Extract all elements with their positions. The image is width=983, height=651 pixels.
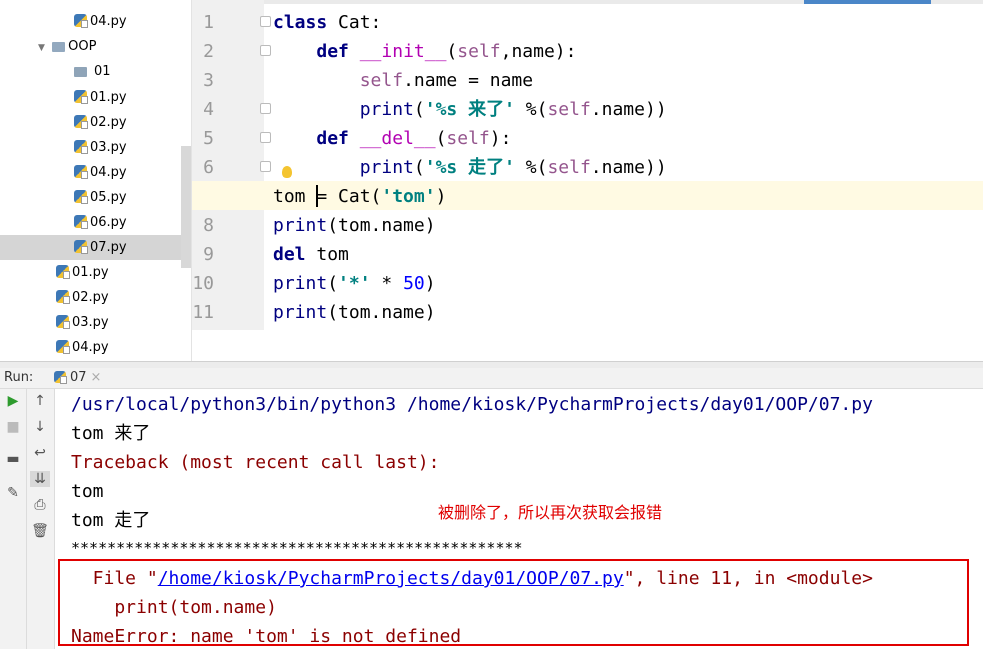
python-file-icon xyxy=(56,340,70,354)
python-file-icon xyxy=(74,115,88,129)
tree-item[interactable]: 01 xyxy=(74,59,111,84)
run-tool-window-header: Run: 07 × xyxy=(0,368,983,389)
line-number: 3 xyxy=(203,70,214,91)
active-tab-indicator[interactable] xyxy=(804,0,931,4)
tree-item[interactable]: 02.py xyxy=(74,110,127,135)
close-icon[interactable]: × xyxy=(91,370,102,385)
fold-marker-icon[interactable] xyxy=(260,45,271,56)
print-icon[interactable]: ⎙ xyxy=(30,497,50,513)
python-file-icon xyxy=(54,371,67,384)
line-number: 2 xyxy=(203,41,214,62)
stop-icon[interactable]: ■ xyxy=(3,419,23,435)
annotation-error-box xyxy=(58,559,969,646)
run-toolbar-right: ↑ ↓ ↩ ⇊ ⎙ 🗑 xyxy=(27,389,55,649)
run-toolbar-left: ▶ ■ ▬ ✎ xyxy=(0,389,27,649)
tree-item[interactable]: 05.py xyxy=(74,185,127,210)
tree-item-selected[interactable]: 07.py xyxy=(0,235,191,260)
folder-icon xyxy=(52,42,66,52)
tree-folder-oop[interactable]: ▼ OOP xyxy=(38,34,96,59)
code-line-4: print('%s 来了' %(self.name)) xyxy=(359,99,667,120)
line-number: 1 xyxy=(203,12,214,33)
chevron-down-icon[interactable]: ▼ xyxy=(38,36,48,61)
line-number: 6 xyxy=(203,157,214,178)
code-line-6: print('%s 走了' %(self.name)) xyxy=(359,157,667,178)
code-line-5: def __del__(self): xyxy=(316,128,512,149)
code-line-9: del tom xyxy=(273,244,349,265)
fold-marker-icon[interactable] xyxy=(260,161,271,172)
scroll-to-end-icon[interactable]: ⇊ xyxy=(30,471,50,487)
project-tree: 04.py ▼ OOP 01 01.py 02.py 03.py 04.py 0… xyxy=(0,0,191,361)
tree-item[interactable]: 04.py xyxy=(74,160,127,185)
console-line: /usr/local/python3/bin/python3 /home/kio… xyxy=(71,394,873,415)
tree-item[interactable]: 01.py xyxy=(74,85,127,110)
run-tab[interactable]: 07 × xyxy=(54,368,101,388)
python-file-icon xyxy=(74,90,88,104)
python-file-icon xyxy=(74,140,88,154)
python-file-icon xyxy=(56,315,70,329)
python-file-icon xyxy=(74,190,88,204)
console-line: tom 来了 xyxy=(71,423,151,444)
python-file-icon xyxy=(56,265,70,279)
code-line-3: self.name = name xyxy=(359,70,534,91)
console-line: tom xyxy=(71,481,104,502)
code-line-10: print('*' * 50) xyxy=(273,273,436,294)
console-line: tom 走了 xyxy=(71,510,151,531)
pin-icon[interactable]: ✎ xyxy=(3,485,23,501)
tree-item[interactable]: 02.py xyxy=(56,285,109,310)
up-arrow-icon[interactable]: ↑ xyxy=(30,393,50,409)
code-line-1: class Cat: xyxy=(273,12,382,33)
console-output[interactable]: /usr/local/python3/bin/python3 /home/kio… xyxy=(55,389,983,649)
code-editor[interactable]: 1 2 3 4 5 6 7 8 9 10 11 class Cat: def _… xyxy=(192,0,983,361)
line-number: 9 xyxy=(203,244,214,265)
tree-item[interactable]: 03.py xyxy=(56,310,109,335)
python-file-icon xyxy=(56,290,70,304)
line-number: 11 xyxy=(192,302,214,323)
line-number-gutter: 1 2 3 4 5 6 7 8 9 10 11 xyxy=(192,0,264,330)
trash-icon[interactable]: 🗑 xyxy=(30,523,50,539)
line-number: 10 xyxy=(192,273,214,294)
rerun-icon[interactable]: ▶ xyxy=(3,393,23,409)
tree-item[interactable]: 01.py xyxy=(56,260,109,285)
python-file-icon xyxy=(74,165,88,179)
tree-item[interactable]: 06.py xyxy=(74,210,127,235)
python-file-icon xyxy=(74,215,88,229)
line-number: 5 xyxy=(203,128,214,149)
tree-item[interactable]: 04.py xyxy=(74,9,127,34)
line-number: 8 xyxy=(203,215,214,236)
code-line-2: def __init__(self,name): xyxy=(316,41,577,62)
line-number: 4 xyxy=(203,99,214,120)
run-label: Run: xyxy=(4,370,34,385)
console-line-error: Traceback (most recent call last): xyxy=(71,452,440,473)
code-line-11: print(tom.name) xyxy=(273,302,436,323)
soft-wrap-icon[interactable]: ↩ xyxy=(30,445,50,461)
fold-marker-icon[interactable] xyxy=(260,103,271,114)
tree-item[interactable]: 03.py xyxy=(74,135,127,160)
folder-icon xyxy=(74,67,87,77)
layout-icon[interactable]: ▬ xyxy=(3,451,23,467)
down-arrow-icon[interactable]: ↓ xyxy=(30,419,50,435)
python-file-icon xyxy=(74,14,88,28)
text-caret xyxy=(316,185,319,207)
annotation-note: 被删除了，所以再次获取会报错 xyxy=(438,503,663,522)
fold-marker-icon[interactable] xyxy=(260,132,271,143)
code-line-7: tom = Cat('tom') xyxy=(273,186,447,207)
python-file-icon xyxy=(74,240,88,254)
tree-item[interactable]: 04.py xyxy=(56,335,109,360)
code-line-8: print(tom.name) xyxy=(273,215,436,236)
fold-marker-icon[interactable] xyxy=(260,16,271,27)
